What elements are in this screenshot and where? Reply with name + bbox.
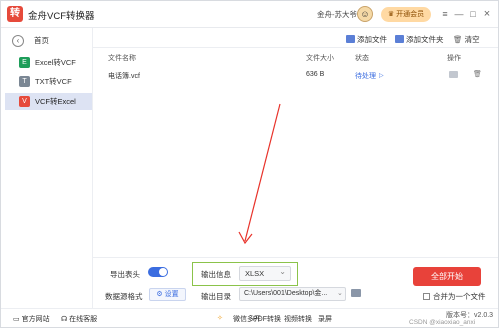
- annotation-arrow-shaft: [244, 103, 281, 242]
- data-source-label: 数据源格式: [105, 292, 143, 301]
- link-video-convert[interactable]: 视频转换: [284, 314, 312, 324]
- export-header-label: 导出表头: [110, 270, 140, 279]
- headset-icon: ☊: [61, 316, 68, 323]
- link-screen-record[interactable]: 录屏: [318, 314, 332, 324]
- support-link[interactable]: ☊ 在线客服: [61, 314, 97, 324]
- output-dir-input[interactable]: C:\Users\001\Desktop\金...: [239, 287, 346, 301]
- support-label: 在线客服: [69, 316, 98, 323]
- browse-folder-icon[interactable]: [351, 289, 361, 297]
- dir-dropdown-icon[interactable]: ⌄: [337, 289, 343, 297]
- merge-label: 合并为一个文件: [433, 292, 486, 301]
- merge-option[interactable]: 合并为一个文件: [423, 291, 486, 302]
- gear-icon: ⚙: [156, 291, 163, 298]
- start-all-button[interactable]: 全部开始: [413, 267, 481, 286]
- website-label: 官方网站: [21, 316, 50, 323]
- app-window: 转 金舟VCF转换器 金舟-苏大爷 ☺ ♛ 开通会员 ≡ — □ × ‹ 首页 …: [0, 0, 499, 328]
- link-pdf-convert[interactable]: PDF转换: [253, 314, 281, 324]
- watermark-text: CSDN @xiaoxiao_anxi: [409, 319, 476, 326]
- export-header-toggle[interactable]: [148, 267, 168, 277]
- merge-checkbox[interactable]: [423, 293, 430, 300]
- website-link[interactable]: ▭ 官方网站: [13, 314, 50, 324]
- output-dir-label: 输出目录: [201, 292, 231, 301]
- settings-label: 设置: [164, 291, 179, 298]
- output-format-select[interactable]: XLSX: [239, 265, 291, 281]
- wechat-icon: ✧: [217, 315, 223, 322]
- status-bar: ▭ 官方网站 ☊ 在线客服 ✧ 微信多开 PDF转换 视频转换 录屏 版本号：v…: [1, 308, 498, 327]
- monitor-icon: ▭: [13, 316, 20, 323]
- settings-button[interactable]: ⚙ 设置: [149, 288, 186, 301]
- output-info-label: 输出信息: [201, 270, 231, 279]
